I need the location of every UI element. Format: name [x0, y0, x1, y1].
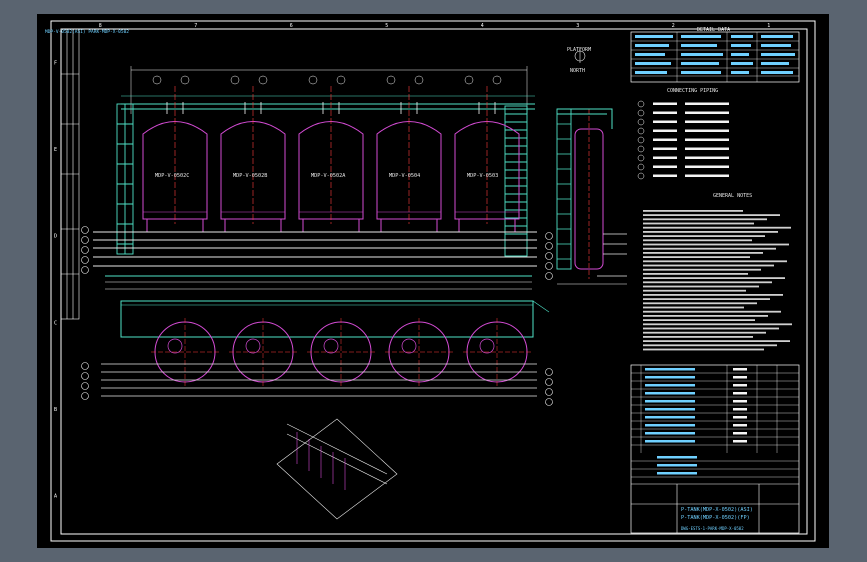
tank-4: MDP-V-0504 — [376, 75, 442, 232]
tag-right-1 — [545, 242, 553, 250]
tank-plan-1 — [151, 318, 219, 386]
tank-row-elevation: MDP-V-0502C MDP-V-0502B MDP-V-0502A MDP-V-0… — [142, 75, 520, 232]
tag-left-4 — [81, 266, 89, 274]
plan-label: PLATFORM — [567, 47, 591, 53]
isometric-view — [276, 418, 398, 520]
tag-left-2 — [81, 246, 89, 254]
title-line-1: P-TANK(MDP-X-0502)(ASI) — [681, 507, 753, 513]
zone-top-3: 3 — [576, 23, 579, 29]
drawing-sheet: 8 7 6 5 4 3 2 1 F E D C B A MDP-V-0502(ASI) PARK-MDP-… — [37, 14, 829, 548]
zone-side-F: F — [54, 60, 57, 66]
tank-tag: MDP-V-0502A — [311, 173, 346, 179]
tag-left-3 — [81, 256, 89, 264]
zone-top-6: 6 — [290, 23, 293, 29]
connecting-piping-title: CONNECTING PIPING — [667, 88, 718, 94]
left-stair-tower — [116, 103, 134, 255]
tag-left-0 — [81, 226, 89, 234]
tag-left-1 — [81, 236, 89, 244]
outer-border — [50, 20, 816, 542]
pipe-rack — [93, 231, 537, 277]
zone-top-5: 5 — [385, 23, 388, 29]
line-tags — [81, 226, 553, 406]
title-block: P-TANK(MDP-X-0502)(ASI) P-TANK(MDP-X-050… — [630, 364, 800, 534]
zone-top-7: 7 — [194, 23, 197, 29]
tank-3: MDP-V-0502A — [298, 75, 364, 232]
zone-top-4: 4 — [481, 23, 484, 29]
cad-drawing: 8 7 6 5 4 3 2 1 F E D C B A MDP-V-0502(ASI) PARK-MDP-… — [45, 20, 816, 542]
tank-1: MDP-V-0502C — [142, 75, 208, 232]
tank-plan-5 — [463, 318, 531, 386]
drawing-number: DWG-ESTS-1-PARK-MDP-X-0502 — [681, 526, 744, 531]
tank-2: MDP-V-0502B — [220, 75, 286, 232]
plan-view — [101, 300, 550, 397]
zone-side-E: E — [54, 147, 57, 153]
north-label: NORTH — [570, 68, 585, 74]
elevation-view: MDP-V-0502C MDP-V-0502B MDP-V-0502A MDP-V-0… — [93, 66, 537, 290]
north-marker: PLATFORM NORTH — [567, 47, 591, 74]
tag-right-2 — [545, 252, 553, 260]
tank-row-plan — [151, 318, 531, 386]
tank-tag: MDP-V-0502B — [233, 173, 267, 179]
tag-right-4 — [545, 272, 553, 280]
zone-side-C: C — [54, 320, 57, 326]
zone-side-A: A — [54, 494, 57, 500]
tag-right-3 — [545, 262, 553, 270]
zone-top-1: 1 — [767, 23, 770, 29]
zone-side-D: D — [54, 234, 57, 240]
general-notes: GENERAL NOTES — [643, 193, 792, 351]
zone-top-2: 2 — [672, 23, 675, 29]
title-line-2: P-TANK(MDP-X-0502)(FP) — [681, 515, 750, 521]
connecting-piping-list: CONNECTING PIPING — [637, 88, 729, 180]
zone-side-B: B — [54, 407, 57, 413]
right-ladder — [504, 105, 528, 257]
svg-text:MDP-V-0502(ASI) PARK-MDP-X-050: MDP-V-0502(ASI) PARK-MDP-X-0502 — [45, 29, 129, 35]
tank-plan-3 — [307, 318, 375, 386]
revision-strip — [60, 28, 80, 320]
tag-right-0 — [545, 232, 553, 240]
side-view — [556, 108, 627, 285]
tank-plan-2 — [229, 318, 297, 386]
tank-plan-4 — [385, 318, 453, 386]
detail-data-title: DETAIL DATA — [697, 27, 730, 33]
zone-top-8: 8 — [99, 23, 102, 29]
tank-tag: MDP-V-0502C — [155, 173, 189, 179]
detail-data-table: DETAIL DATA — [630, 27, 800, 83]
tank-tag: MDP-V-0503 — [467, 173, 498, 179]
general-notes-title: GENERAL NOTES — [713, 193, 752, 199]
tank-tag: MDP-V-0504 — [389, 173, 420, 179]
